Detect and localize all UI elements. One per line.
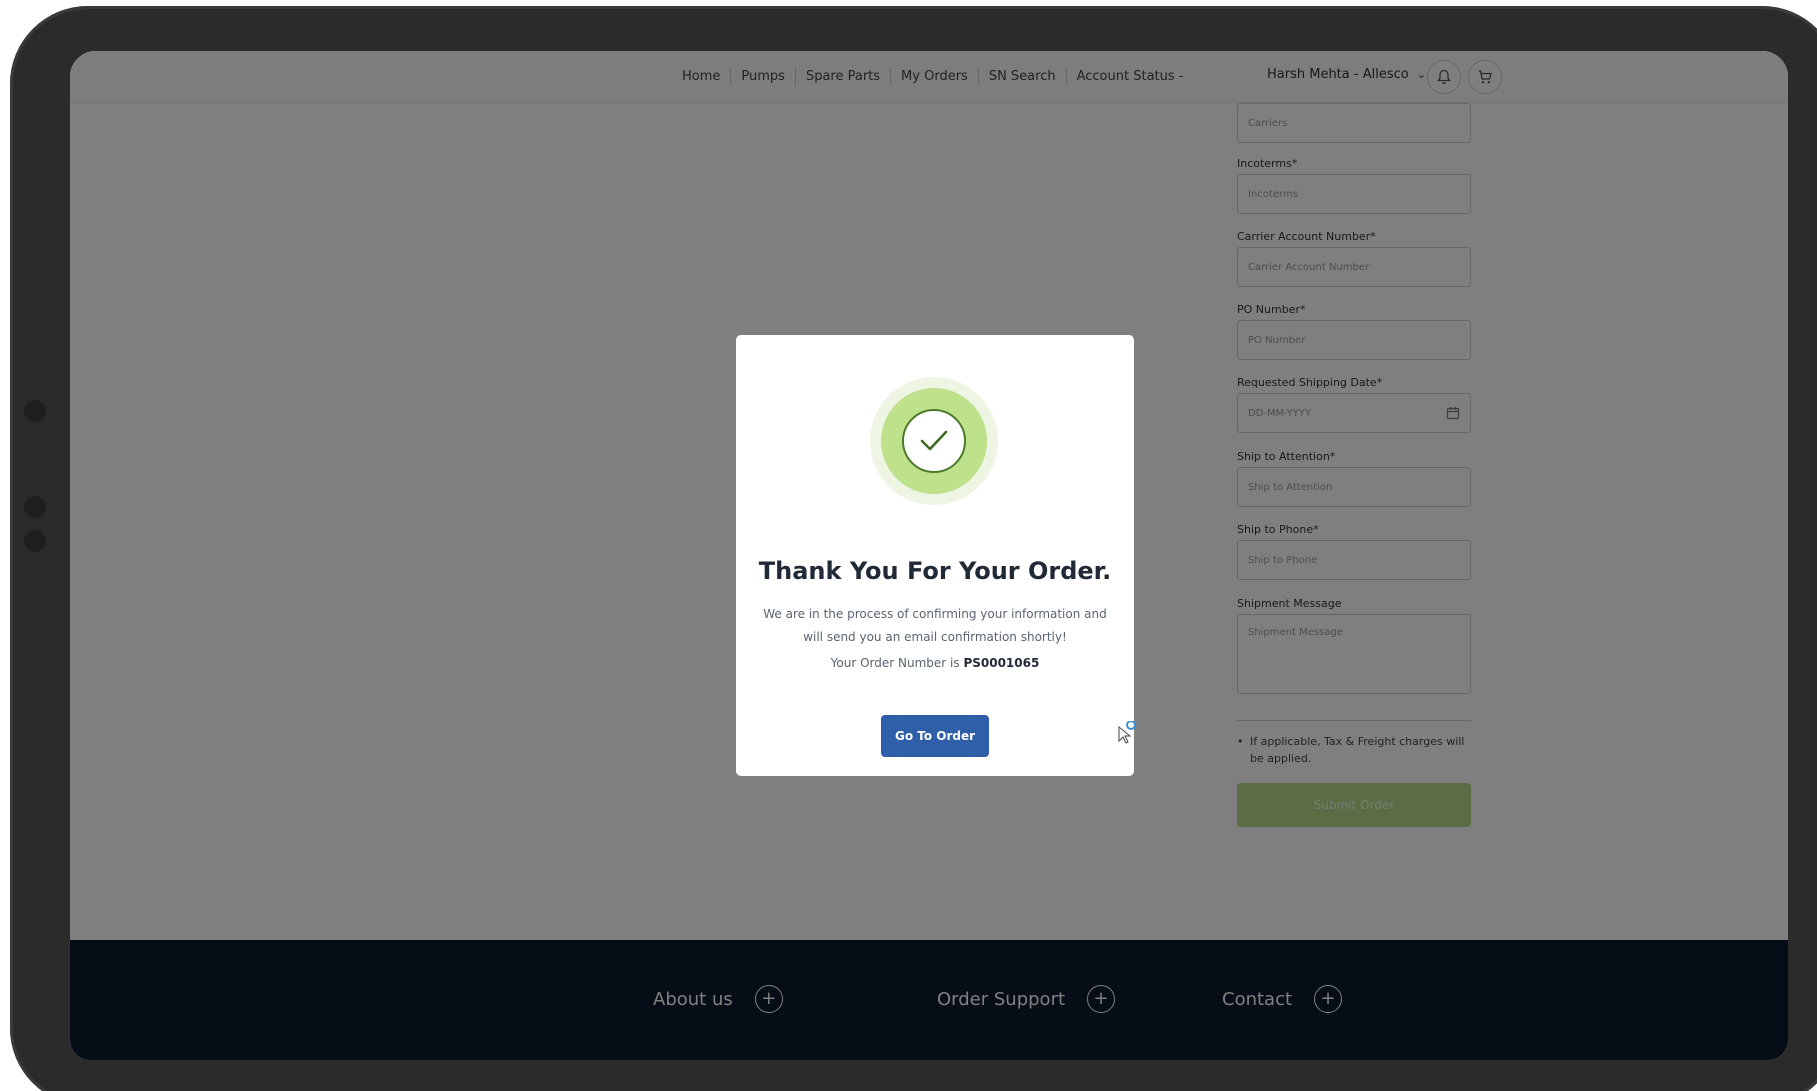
side-sensor (24, 400, 46, 422)
side-sensor (24, 530, 46, 552)
tablet-frame: Home Pumps Spare Parts My Orders SN Sear… (10, 6, 1817, 1091)
screen: Home Pumps Spare Parts My Orders SN Sear… (70, 51, 1788, 1060)
success-circle (902, 409, 966, 473)
checkmark-icon (920, 430, 948, 451)
side-sensor (24, 496, 46, 518)
order-number-line: Your Order Number is PS0001065 (736, 656, 1134, 670)
success-ring (881, 388, 987, 494)
order-number: PS0001065 (963, 656, 1040, 670)
order-number-prefix: Your Order Number is (830, 656, 964, 670)
go-to-order-button[interactable]: Go To Order (881, 715, 989, 757)
modal-title: Thank You For Your Order. (758, 557, 1112, 585)
cursor-icon (1118, 721, 1136, 744)
success-badge (870, 377, 998, 505)
modal-message: We are in the process of confirming your… (763, 607, 1107, 644)
order-confirmation-modal: Thank You For Your Order. We are in the … (736, 335, 1134, 776)
